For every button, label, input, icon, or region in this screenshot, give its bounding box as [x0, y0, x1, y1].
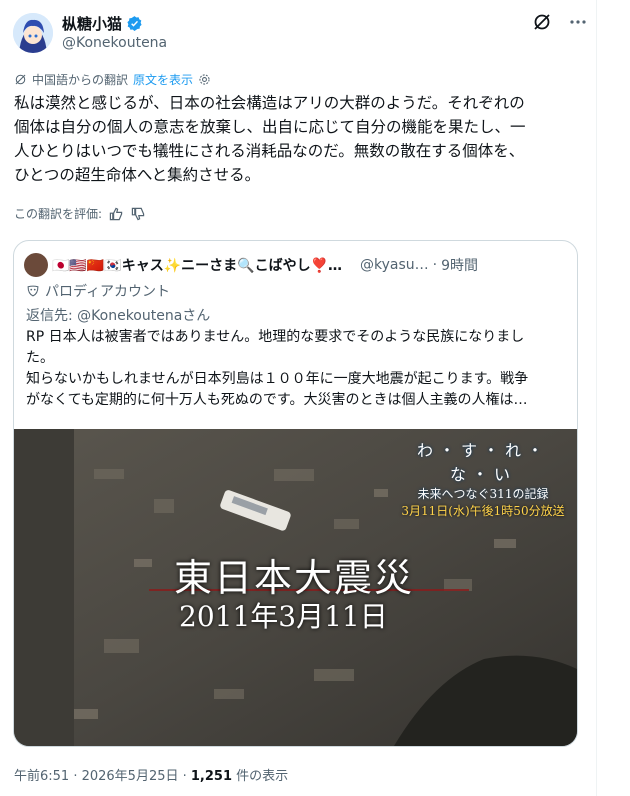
view-count: 1,251: [190, 769, 233, 784]
broadcast-logo: わ・す・れ・な・い 未来へつなぐ311の記録 3月11日(水)午後1時50分放送: [399, 437, 567, 519]
rate-label: この翻訳を評価:: [14, 207, 103, 221]
tweet-line: ひとつの超生命体へと集約させる。: [14, 166, 261, 184]
tweet-text: 私は漠然と感じるが、日本の社会構造はアリの大群のようだ。それぞれの 個体は自分の…: [14, 91, 584, 187]
translate-icon: [15, 74, 26, 85]
tweet-line: 人ひとりはいつでも犠牲にされる消耗品なのだ。無数の散在する個体を、: [14, 142, 525, 160]
quoted-line: た。: [26, 350, 54, 366]
translation-label: 中国語からの翻訳: [32, 73, 129, 87]
reply-to: 返信先: @Konekoutenaさん: [26, 308, 211, 324]
tweet-actions-top: [532, 12, 588, 32]
tweet-line: 私は漠然と感じるが、日本の社会構造はアリの大群のようだ。それぞれの: [14, 94, 525, 112]
rate-translation: この翻訳を評価:: [14, 205, 146, 222]
more-options-icon[interactable]: [568, 12, 588, 32]
verified-badge-icon: [127, 16, 142, 31]
author-handle[interactable]: @Konekoutena: [62, 35, 167, 51]
quoted-handle[interactable]: @kyasu…: [360, 257, 429, 273]
quoted-name[interactable]: 🇯🇵🇺🇸🇨🇳🇰🇷キャス✨ニーさま🔍こばやし❣️探偵プリ…: [52, 255, 352, 275]
thumbs-up-icon[interactable]: [108, 206, 124, 222]
mask-icon: [27, 285, 39, 297]
views-label: 件の表示: [232, 769, 289, 784]
image-caption-title: 東日本大震災: [174, 556, 415, 600]
thumbs-down-icon[interactable]: [130, 206, 146, 222]
parody-label: パロディアカウント: [45, 284, 171, 300]
quoted-line: RP 日本人は被害者ではありません。地理的な要求でそのような民族になりまし: [26, 329, 525, 345]
quoted-line: 知らないかもしれませんが日本列島は１００年に一度大地震が起こります。戦争: [26, 371, 529, 387]
quoted-tweet[interactable]: 🇯🇵🇺🇸🇨🇳🇰🇷キャス✨ニーさま🔍こばやし❣️探偵プリ… @kyasu… · 9…: [13, 240, 578, 747]
quoted-header: 🇯🇵🇺🇸🇨🇳🇰🇷キャス✨ニーさま🔍こばやし❣️探偵プリ… @kyasu… · 9…: [24, 253, 569, 277]
logo-sub-text: 未来へつなぐ311の記録: [417, 487, 549, 501]
show-original-link[interactable]: 原文を表示: [133, 71, 193, 88]
translation-bar: 中国語からの翻訳 原文を表示: [14, 71, 211, 88]
parody-badge: パロディアカウント: [26, 281, 170, 301]
grok-icon[interactable]: [532, 12, 552, 32]
quoted-time[interactable]: 9時間: [441, 255, 478, 275]
quoted-line: がなくても定期的に何十万人も死ぬのです。大災害のときは個人主義の人権は…: [26, 392, 528, 408]
tweet-meta: 午前6:51 · 2026年5月25日 · 1,251 件の表示: [14, 765, 288, 784]
logo-main-text: わ・す・れ・な・い: [416, 441, 549, 484]
author-name-row[interactable]: 枞糖小猫: [62, 13, 143, 34]
quoted-media-image[interactable]: わ・す・れ・な・い 未来へつなぐ311の記録 3月11日(水)午後1時50分放送…: [14, 429, 577, 746]
post-timestamp[interactable]: 午前6:51 · 2026年5月25日 ·: [14, 769, 191, 784]
author-avatar[interactable]: [13, 13, 53, 53]
quoted-text: RP 日本人は被害者ではありません。地理的な要求でそのような民族になりまし た。…: [26, 327, 566, 411]
image-caption-date: 2011年3月11日: [179, 600, 388, 633]
logo-date-text: 3月11日(水)午後1時50分放送: [401, 504, 565, 518]
quoted-avatar[interactable]: [24, 253, 48, 277]
author-name[interactable]: 枞糖小猫: [62, 13, 122, 34]
settings-gear-icon[interactable]: [198, 73, 211, 86]
column-divider: [596, 0, 597, 796]
tweet-line: 個体は自分の個人の意志を放棄し、出自に応じて自分の機能を果たし、一: [14, 118, 526, 136]
